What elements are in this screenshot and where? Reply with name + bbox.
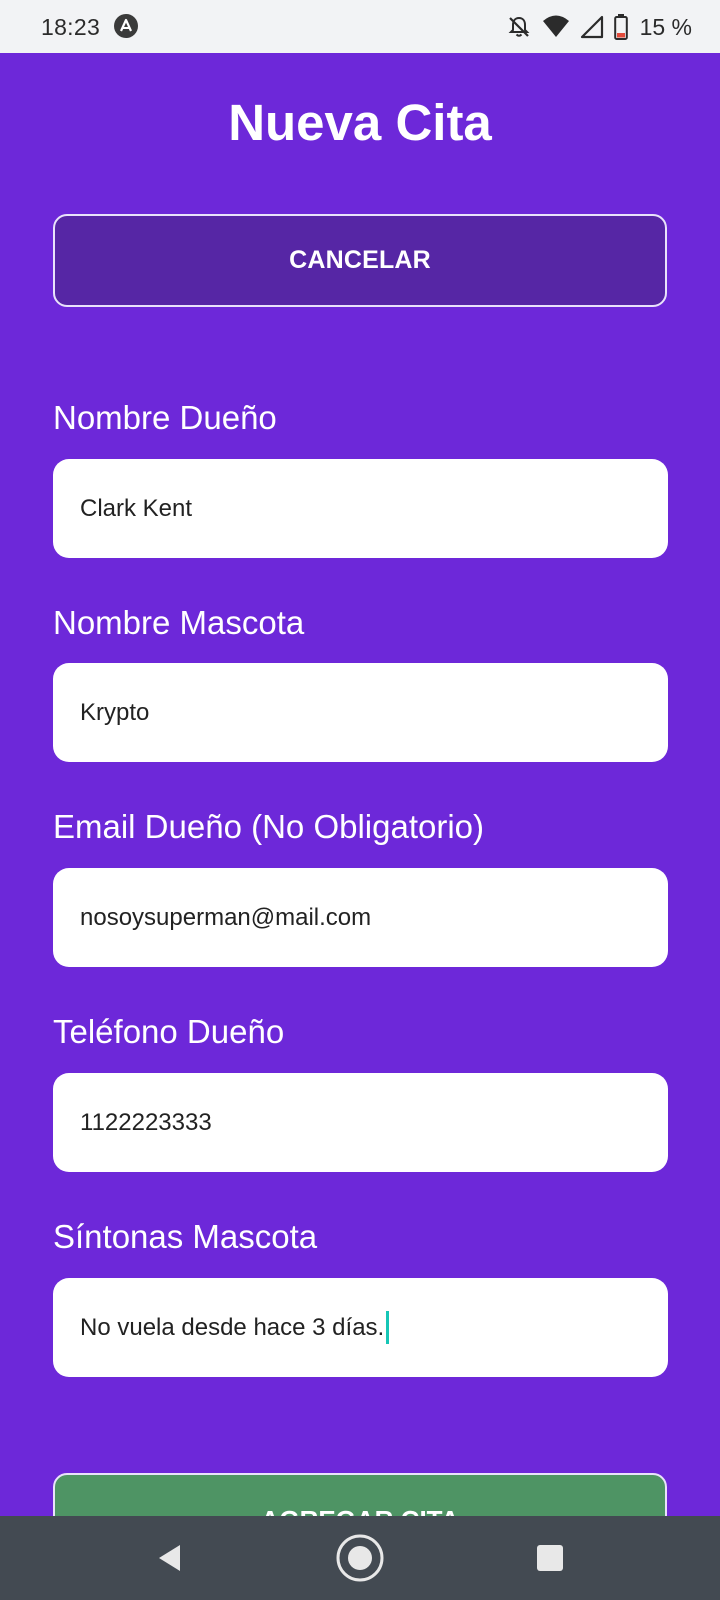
recents-icon [537,1545,563,1571]
owner-email-input[interactable]: nosoysuperman@mail.com [53,868,668,967]
owner-email-label: Email Dueño (No Obligatorio) [53,808,485,845]
status-icons: 15 % [506,12,692,42]
page-title: Nueva Cita [228,94,492,151]
new-appointment-screen: Nueva Cita CANCELAR Nombre Dueño Clark K… [0,53,720,1516]
pet-name-input[interactable]: Krypto [53,663,668,762]
app-notification-icon [114,14,138,38]
owner-email-value: nosoysuperman@mail.com [80,903,372,931]
back-icon [159,1545,180,1571]
pet-symptoms-value: No vuela desde hace 3 días. [80,1313,385,1341]
add-appointment-button[interactable]: AGREGAR CITA [53,1473,667,1516]
owner-name-input[interactable]: Clark Kent [53,459,668,558]
owner-name-label: Nombre Dueño [53,399,277,436]
owner-phone-input[interactable]: 1122223333 [53,1073,668,1172]
battery-icon [613,14,628,40]
status-bar: 18:23 15 % [0,0,720,53]
owner-name-value: Clark Kent [80,494,193,522]
pet-symptoms-label: Síntonas Mascota [53,1218,318,1255]
system-navigation-bar [0,1516,720,1600]
notifications-off-icon [508,16,529,37]
wifi-icon [542,15,569,37]
owner-phone-value: 1122223333 [80,1108,212,1136]
pet-name-value: Krypto [80,698,150,726]
battery-percentage: 15 % [639,13,692,40]
cell-signal-icon [580,15,603,39]
cancel-button[interactable]: CANCELAR [53,214,667,307]
pet-symptoms-input[interactable]: No vuela desde hace 3 días. [53,1278,668,1377]
back-button[interactable] [130,1516,210,1600]
text-cursor [386,1311,390,1344]
recents-button[interactable] [510,1516,590,1600]
home-button[interactable] [320,1516,400,1600]
pet-name-label: Nombre Mascota [53,604,305,641]
owner-phone-label: Teléfono Dueño [53,1013,285,1050]
home-icon [336,1534,384,1582]
status-time: 18:23 [41,14,101,40]
